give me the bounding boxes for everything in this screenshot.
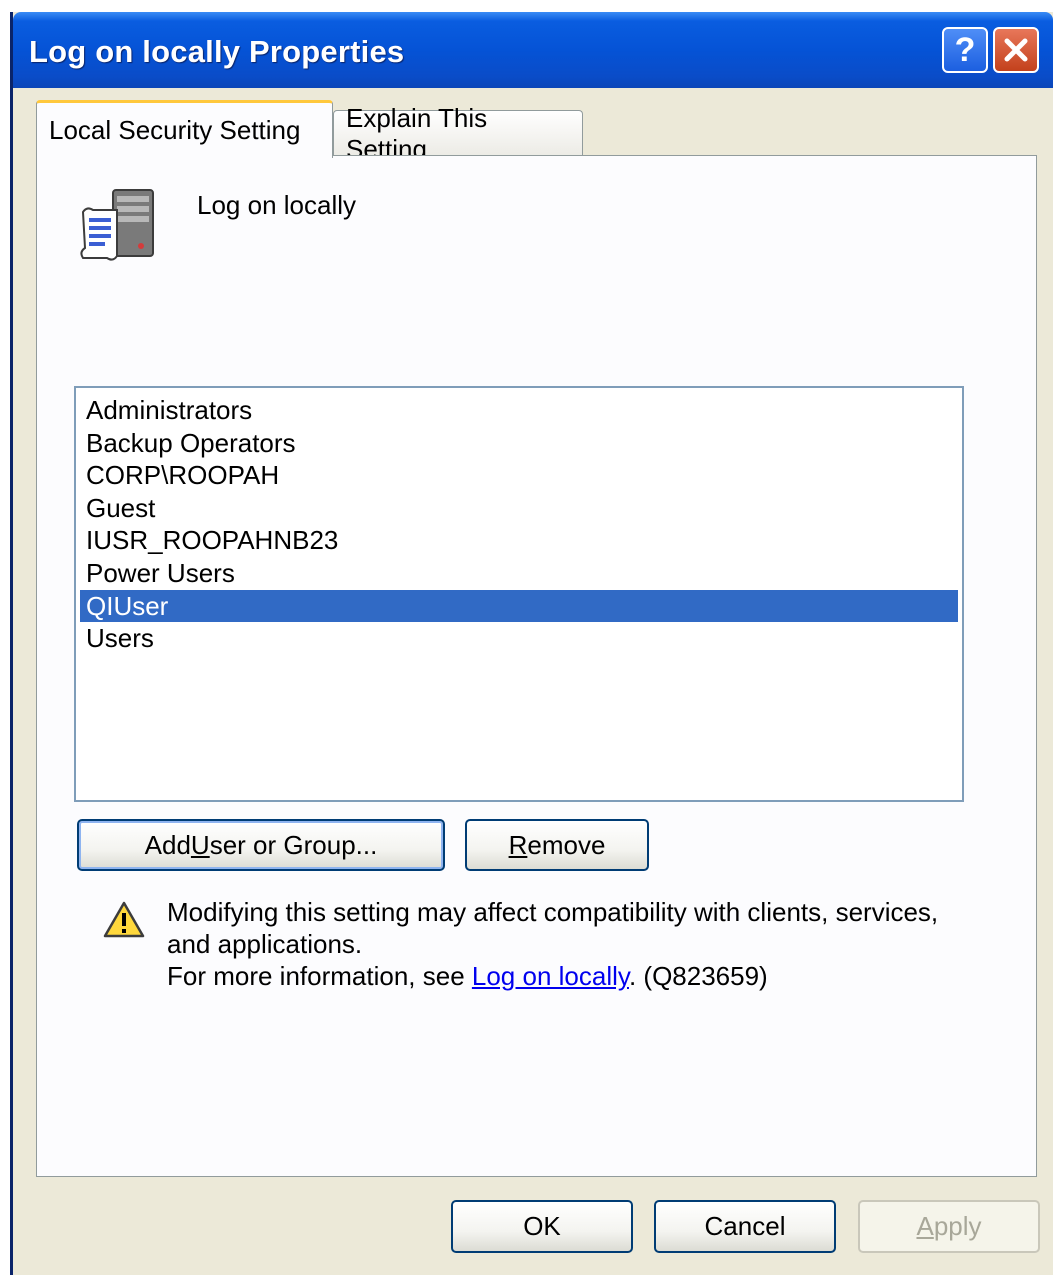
policy-name: Log on locally: [197, 190, 356, 220]
remove-button[interactable]: Remove: [465, 819, 649, 871]
list-item[interactable]: Backup Operators: [80, 427, 958, 460]
button-label: emove: [527, 829, 606, 860]
mnemonic-letter: U: [190, 829, 210, 860]
title-bar[interactable]: Log on locally Properties ?: [13, 12, 1053, 88]
info-prefix: For more information, see: [167, 961, 472, 991]
mnemonic-letter: A: [916, 1211, 934, 1241]
list-item-selected[interactable]: QIUser: [80, 589, 958, 623]
list-item[interactable]: CORP\ROOPAH: [80, 459, 958, 492]
info-suffix: . (Q823659): [628, 961, 768, 991]
warning-message: Modifying this setting may affect compat…: [167, 896, 987, 992]
warning-line: Modifying this setting may affect compat…: [167, 897, 939, 927]
list-item[interactable]: Power Users: [80, 557, 958, 590]
list-item[interactable]: Administrators: [80, 394, 958, 427]
cancel-button[interactable]: Cancel: [654, 1200, 836, 1253]
list-item[interactable]: Guest: [80, 492, 958, 525]
tab-panel: Log on locally Administrators Backup Ope…: [36, 155, 1037, 1177]
tab-explain-this-setting[interactable]: Explain This Setting: [333, 103, 583, 164]
warning-info-line: For more information, see Log on locally…: [167, 960, 987, 992]
list-item[interactable]: IUSR_ROOPAHNB23: [80, 524, 958, 557]
log-on-locally-link[interactable]: Log on locally: [472, 961, 629, 991]
button-label: ser or Group...: [209, 829, 378, 860]
close-button[interactable]: [993, 27, 1039, 73]
tab-label: Local Security Setting: [49, 115, 301, 145]
tab-local-security-setting[interactable]: Local Security Setting: [36, 100, 333, 158]
help-button[interactable]: ?: [942, 27, 988, 73]
ok-button[interactable]: OK: [451, 1200, 633, 1253]
warning-line: and applications.: [167, 929, 363, 959]
close-icon: [1004, 38, 1028, 62]
add-user-or-group-button[interactable]: Add User or Group...: [77, 819, 445, 871]
properties-dialog: Log on locally Properties ? Local Securi…: [10, 12, 1053, 1275]
mnemonic-letter: R: [508, 829, 528, 860]
security-policy-icon: [80, 189, 154, 261]
apply-button[interactable]: Apply: [858, 1200, 1040, 1253]
button-label: Add: [144, 829, 191, 860]
list-item[interactable]: Users: [80, 622, 958, 655]
warning-icon: [103, 901, 145, 938]
users-groups-listbox[interactable]: Administrators Backup Operators CORP\ROO…: [74, 386, 964, 802]
button-label: pply: [933, 1211, 982, 1241]
window-title: Log on locally Properties: [29, 34, 405, 69]
help-icon: ?: [954, 30, 976, 69]
